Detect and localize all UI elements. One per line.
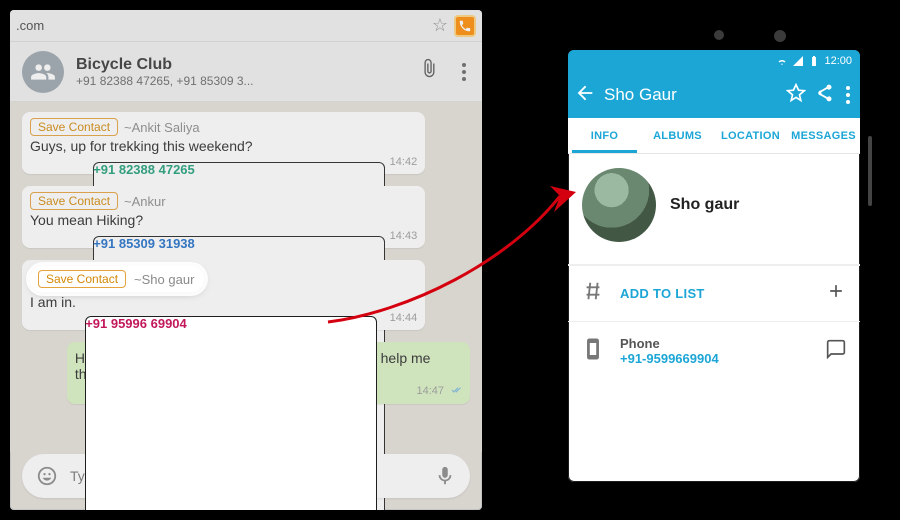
tab-location[interactable]: LOCATION [714,118,787,153]
hash-icon [582,280,604,307]
message-bubble[interactable]: +91 95996 69904 Save Contact ~Sho gaur I… [22,260,425,330]
chat-body[interactable]: +91 82388 47265 Save Contact ~Ankit Sali… [10,102,482,452]
attach-icon[interactable] [418,58,440,85]
add-to-list-label: ADD TO LIST [620,286,810,301]
read-receipt-icon [448,384,462,398]
tabs: INFO ALBUMS LOCATION MESSAGES [568,118,860,154]
sender-phone[interactable]: +91 95996 69904 [85,316,377,510]
message-time: 14:44 [390,312,418,324]
profile-row: Sho gaur [568,154,860,265]
highlighted-sender-row: +91 95996 69904 Save Contact ~Sho gaur [30,266,417,292]
tab-info[interactable]: INFO [568,118,641,153]
app-bar: Sho Gaur [568,72,860,118]
url-fragment: .com [16,18,426,33]
profile-name: Sho gaur [670,196,739,214]
status-bar: 12:00 [568,50,860,72]
battery-icon [808,55,820,67]
favorite-star-icon[interactable] [786,83,806,108]
message-text: I am in. [30,294,417,310]
back-button[interactable] [574,82,596,109]
sender-nickname: ~Ankit Saliya [124,120,200,135]
status-time: 12:00 [824,55,852,67]
phone-side-notch-icon [868,136,872,206]
menu-kebab-icon[interactable] [458,59,470,85]
profile-avatar[interactable] [582,168,656,242]
chat-window: .com ☆ Bicycle Club +91 82388 47265, +91… [10,10,482,510]
bookmark-star-icon[interactable]: ☆ [432,15,448,36]
message-bubble[interactable]: +91 82388 47265 Save Contact ~Ankit Sali… [22,112,425,174]
tab-albums[interactable]: ALBUMS [641,118,714,153]
group-avatar-icon[interactable] [22,51,64,93]
chat-header: Bicycle Club +91 82388 47265, +91 85309 … [10,42,482,102]
menu-kebab-icon[interactable] [842,86,854,104]
message-text: Guys, up for trekking this weekend? [30,138,417,154]
sender-nickname: ~Ankur [124,194,166,209]
phone-mockup: 12:00 Sho Gaur INFO ALBUMS LOCATION MESS… [568,50,860,482]
share-icon[interactable] [814,83,834,108]
phone-row-label: Phone [620,336,810,351]
camera-dot-icon [714,30,724,40]
phone-device-icon [582,338,604,365]
phone-hardware-dots [714,30,786,42]
save-contact-button[interactable]: Save Contact [30,192,118,210]
signal-icon [792,55,804,67]
sender-nickname: ~Sho gaur [134,272,194,287]
plus-icon[interactable] [826,281,846,306]
camera-dot-icon [774,30,786,42]
phone-row-value: +91-9599669904 [620,351,810,366]
add-to-list-row[interactable]: ADD TO LIST [568,265,860,321]
save-contact-button[interactable]: Save Contact [30,118,118,136]
chat-subtitle: +91 82388 47265, +91 85309 3... [76,74,326,88]
emoji-icon[interactable] [36,465,58,487]
tab-messages[interactable]: MESSAGES [787,118,860,153]
message-bubble[interactable]: +91 85309 31938 Save Contact ~Ankur You … [22,186,425,248]
chat-title: Bicycle Club [76,56,400,74]
call-badge-icon[interactable] [454,15,476,37]
message-icon[interactable] [826,339,846,364]
message-text: You mean Hiking? [30,212,417,228]
message-time: 14:42 [390,156,418,168]
message-time: 14:43 [390,230,418,242]
app-bar-title: Sho Gaur [604,85,778,105]
wifi-icon [776,55,788,67]
chat-header-meta[interactable]: Bicycle Club +91 82388 47265, +91 85309 … [76,56,400,88]
mic-icon[interactable] [434,465,456,487]
browser-address-bar: .com ☆ [10,10,482,42]
phone-number-row[interactable]: Phone +91-9599669904 [568,321,860,380]
message-time: 14:47 [416,385,444,397]
save-contact-button[interactable]: Save Contact [38,270,126,288]
